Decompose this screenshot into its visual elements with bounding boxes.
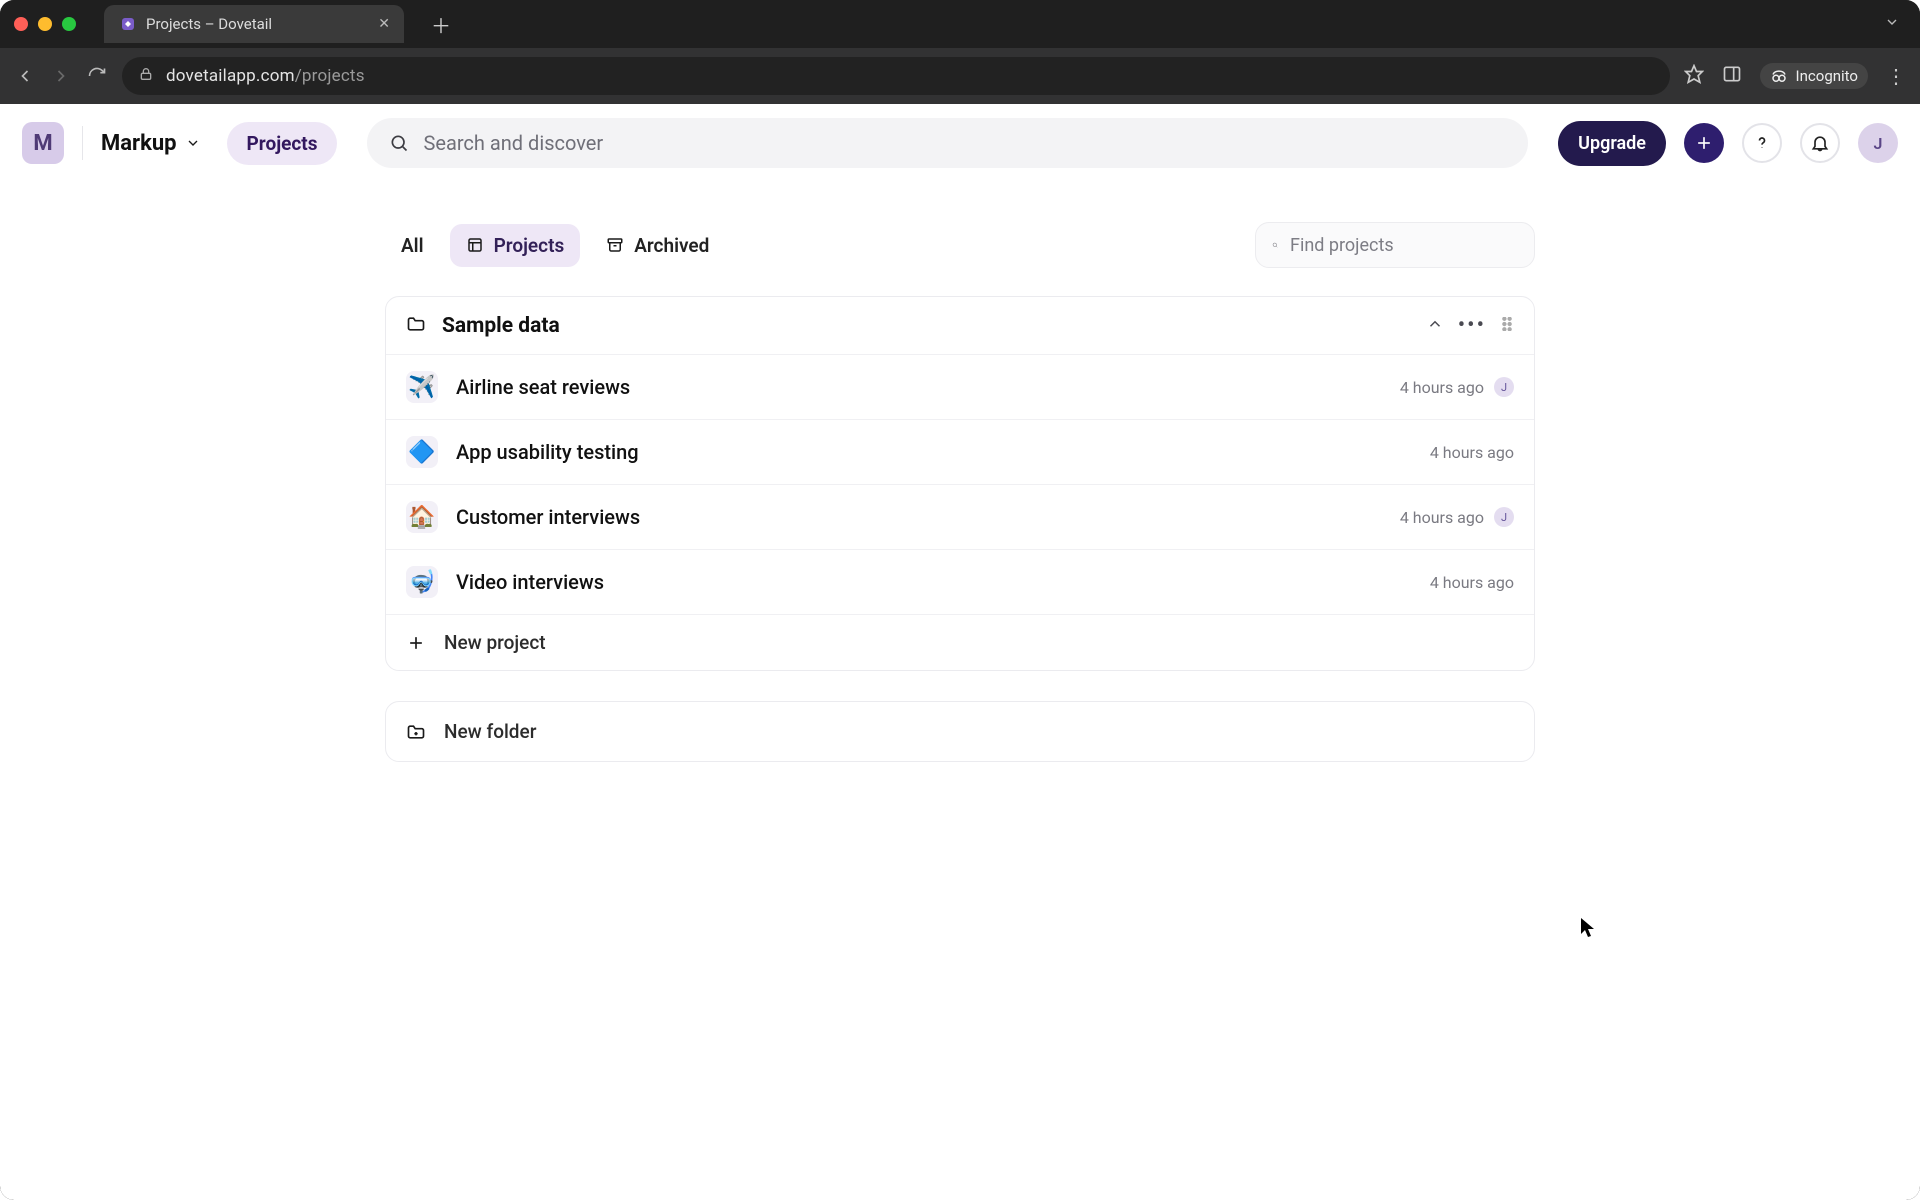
browser-window: Projects – Dovetail ✕ ＋ dovetailapp.com/… — [0, 0, 1920, 1200]
project-row[interactable]: 🤿 Video interviews 4 hours ago — [386, 549, 1534, 614]
incognito-badge[interactable]: Incognito — [1760, 63, 1868, 89]
tab-favicon-icon — [120, 16, 136, 32]
new-tab-button[interactable]: ＋ — [426, 9, 456, 39]
tab-projects[interactable]: Projects — [450, 224, 581, 267]
bell-icon — [1810, 133, 1830, 153]
workspace-name: Markup — [101, 131, 177, 156]
tab-close-icon[interactable]: ✕ — [378, 16, 390, 32]
project-icon: 🏠 — [406, 501, 438, 533]
project-time: 4 hours ago — [1430, 573, 1514, 592]
notifications-button[interactable] — [1800, 123, 1840, 163]
new-folder-button[interactable]: New folder — [385, 701, 1535, 762]
workspace-logo[interactable]: M — [22, 122, 64, 164]
folder-card: Sample data ••• ✈️ Airline seat reviews … — [385, 296, 1535, 671]
forward-button[interactable] — [50, 65, 72, 87]
tab-title: Projects – Dovetail — [146, 15, 368, 33]
url-path: /projects — [295, 66, 365, 86]
page-content: All Projects Archived — [0, 182, 1920, 762]
project-icon: ✈️ — [406, 371, 438, 403]
project-name: Airline seat reviews — [456, 375, 1382, 399]
filter-tabs: All Projects Archived — [385, 222, 1535, 268]
url-host: dovetailapp.com — [166, 66, 295, 86]
global-search-input[interactable] — [423, 131, 1506, 155]
incognito-label: Incognito — [1796, 67, 1858, 85]
archive-icon — [606, 236, 624, 254]
drag-handle-icon[interactable] — [1500, 316, 1514, 335]
plus-icon — [406, 633, 426, 653]
collapse-icon[interactable] — [1426, 315, 1444, 337]
folder-title: Sample data — [442, 314, 1410, 338]
chevron-down-icon — [185, 135, 201, 151]
new-project-label: New project — [444, 631, 546, 654]
bookmark-icon[interactable] — [1684, 64, 1704, 88]
projects-icon — [466, 236, 484, 254]
project-time: 4 hours ago — [1400, 508, 1484, 527]
tab-archived-label: Archived — [634, 234, 709, 257]
browser-titlebar: Projects – Dovetail ✕ ＋ — [0, 0, 1920, 48]
search-icon — [1272, 236, 1278, 254]
browser-navbar: dovetailapp.com/projects Incognito ⋮ — [0, 48, 1920, 104]
viewer-avatar: J — [1494, 377, 1514, 397]
upgrade-button[interactable]: Upgrade — [1558, 121, 1666, 166]
nav-projects-pill[interactable]: Projects — [227, 122, 338, 165]
address-bar[interactable]: dovetailapp.com/projects — [122, 57, 1670, 95]
tab-all[interactable]: All — [385, 224, 440, 267]
window-close-button[interactable] — [14, 17, 28, 31]
url-text: dovetailapp.com/projects — [166, 66, 365, 86]
plus-icon — [1694, 133, 1714, 153]
project-icon: 🔷 — [406, 436, 438, 468]
window-controls — [14, 17, 76, 31]
window-maximize-button[interactable] — [62, 17, 76, 31]
tab-projects-label: Projects — [494, 234, 565, 257]
tab-archived[interactable]: Archived — [590, 224, 725, 267]
project-row[interactable]: 🔷 App usability testing 4 hours ago — [386, 419, 1534, 484]
project-name: App usability testing — [456, 440, 1412, 464]
back-button[interactable] — [14, 65, 36, 87]
new-folder-label: New folder — [444, 720, 536, 743]
create-button[interactable] — [1684, 123, 1724, 163]
global-search[interactable] — [367, 118, 1528, 168]
app-body: M Markup Projects Upgrade J — [0, 104, 1920, 1200]
tabs-dropdown-icon[interactable] — [1884, 14, 1900, 34]
workspace-switcher[interactable]: Markup — [101, 131, 201, 156]
folder-menu-icon[interactable]: ••• — [1458, 313, 1486, 338]
panel-icon[interactable] — [1722, 64, 1742, 88]
user-avatar[interactable]: J — [1858, 123, 1898, 163]
project-row[interactable]: 🏠 Customer interviews 4 hours ago J — [386, 484, 1534, 549]
project-row[interactable]: ✈️ Airline seat reviews 4 hours ago J — [386, 354, 1534, 419]
project-time: 4 hours ago — [1400, 378, 1484, 397]
folder-header[interactable]: Sample data ••• — [386, 297, 1534, 354]
browser-tab[interactable]: Projects – Dovetail ✕ — [104, 5, 404, 43]
lock-icon — [138, 66, 154, 86]
reload-button[interactable] — [86, 65, 108, 87]
project-time: 4 hours ago — [1430, 443, 1514, 462]
project-name: Customer interviews — [456, 505, 1382, 529]
help-button[interactable] — [1742, 123, 1782, 163]
project-name: Video interviews — [456, 570, 1412, 594]
window-minimize-button[interactable] — [38, 17, 52, 31]
incognito-icon — [1770, 67, 1788, 85]
projects-list: ✈️ Airline seat reviews 4 hours ago J 🔷 … — [386, 354, 1534, 614]
divider — [82, 126, 83, 160]
new-project-button[interactable]: New project — [386, 614, 1534, 670]
search-icon — [389, 133, 409, 153]
viewer-avatar: J — [1494, 507, 1514, 527]
find-projects[interactable] — [1255, 222, 1535, 268]
app-header: M Markup Projects Upgrade J — [0, 104, 1920, 182]
folder-icon — [406, 314, 426, 338]
browser-menu-icon[interactable]: ⋮ — [1886, 64, 1906, 88]
folder-plus-icon — [406, 722, 426, 742]
mouse-cursor-icon — [1580, 917, 1596, 939]
project-icon: 🤿 — [406, 566, 438, 598]
find-projects-input[interactable] — [1290, 235, 1518, 256]
question-icon — [1752, 133, 1772, 153]
